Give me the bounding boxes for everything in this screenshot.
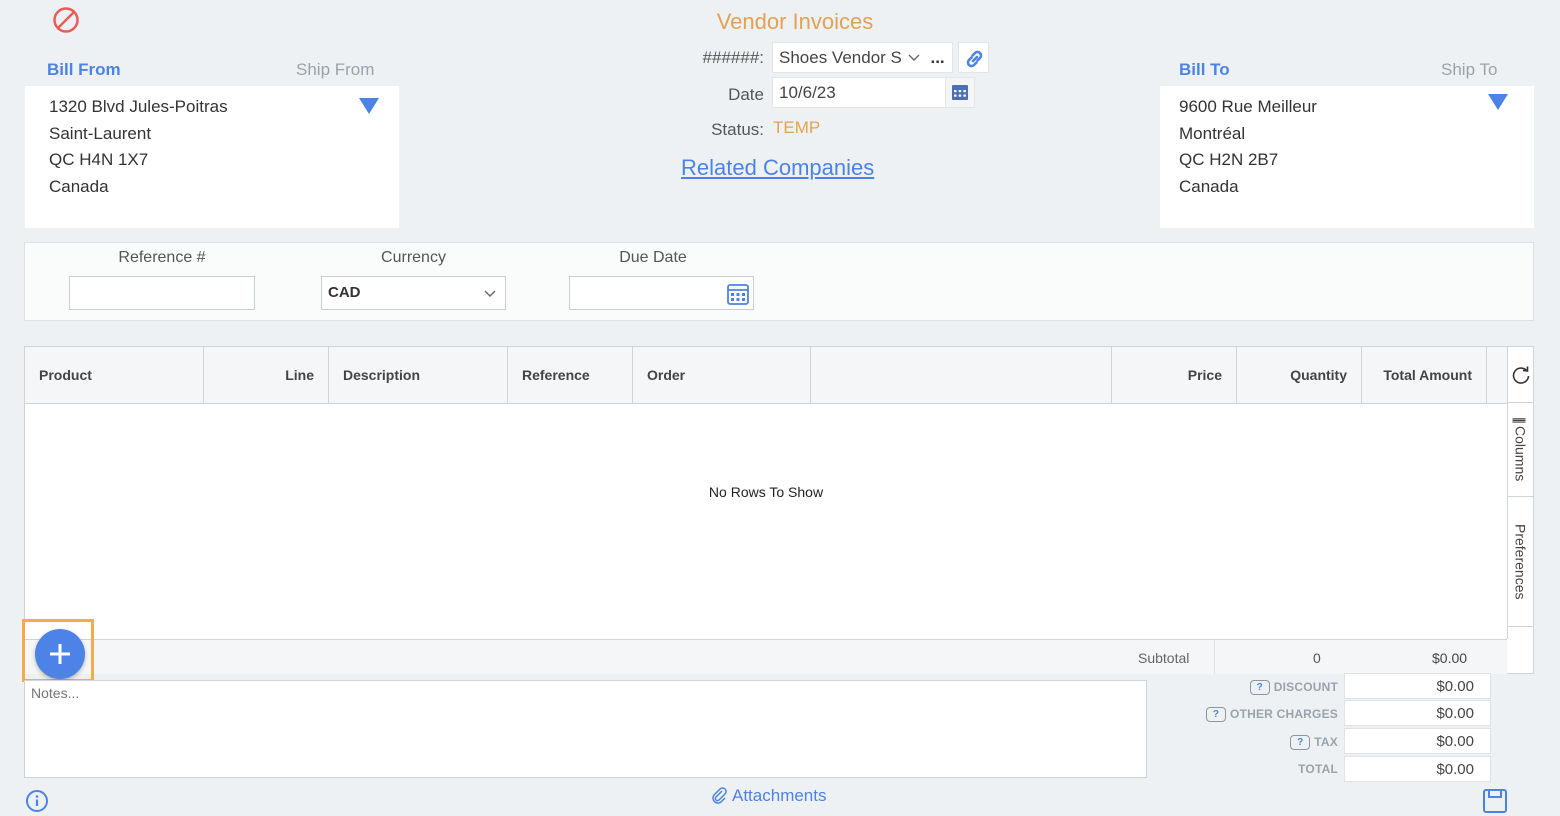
column-quantity[interactable]: Quantity: [1237, 347, 1362, 403]
divider: [1214, 640, 1215, 674]
refresh-icon: [1512, 366, 1529, 384]
tax-value[interactable]: $0.00: [1344, 728, 1491, 754]
column-description[interactable]: Description: [329, 347, 508, 403]
subtotal-amount: $0.00: [1432, 650, 1468, 666]
plus-icon: [50, 644, 70, 664]
empty-grid-message: No Rows To Show: [708, 484, 824, 500]
currency-value: CAD: [328, 284, 361, 301]
help-icon[interactable]: ?: [1206, 707, 1227, 723]
save-icon[interactable]: [1482, 788, 1508, 814]
address-line: Saint-Laurent: [49, 123, 152, 143]
other-charges-value[interactable]: $0.00: [1344, 700, 1491, 726]
preferences-tab-label: Preferences: [1512, 523, 1529, 600]
grid-header: Product Line Description Reference Order…: [25, 347, 1507, 404]
column-price[interactable]: Price: [1112, 347, 1237, 403]
grid-side-bar: ||| Columns Preferences: [1507, 347, 1533, 639]
number-label: ######:: [702, 48, 764, 67]
link-button[interactable]: [958, 42, 989, 73]
address-line: Montréal: [1179, 123, 1246, 143]
other-charges-label: ? OTHER CHARGES: [1180, 707, 1338, 723]
tax-label: ? TAX: [1180, 735, 1338, 751]
columns-panel-tab[interactable]: ||| Columns: [1508, 403, 1533, 497]
column-reference[interactable]: Reference: [508, 347, 633, 403]
subtotal-quantity: 0: [1313, 650, 1321, 666]
address-line: QC H4N 1X7: [49, 150, 149, 169]
bill-to-dropdown-icon[interactable]: [1488, 94, 1508, 110]
related-companies-link[interactable]: Related Companies: [681, 155, 874, 181]
tab-ship-to[interactable]: Ship To: [1441, 60, 1497, 80]
add-line-button[interactable]: [35, 629, 85, 679]
date-input[interactable]: 10/6/23: [772, 77, 947, 108]
address-line: Canada: [49, 176, 109, 196]
more-options-button[interactable]: ...: [930, 48, 944, 67]
total-value: $0.00: [1344, 756, 1491, 782]
discount-value[interactable]: $0.00: [1344, 673, 1491, 699]
subtotal-label: Subtotal: [1138, 650, 1190, 666]
address-line: QC H2N 2B7: [1179, 150, 1279, 169]
address-line: Canada: [1179, 176, 1239, 196]
paperclip-icon: [712, 787, 727, 804]
reference-input[interactable]: [69, 276, 255, 310]
column-total-amount[interactable]: Total Amount: [1362, 347, 1487, 403]
date-label: Date: [728, 85, 764, 104]
preferences-panel-tab[interactable]: Preferences: [1508, 497, 1533, 627]
help-icon[interactable]: ?: [1249, 680, 1270, 696]
tab-bill-from[interactable]: Bill From: [47, 60, 121, 80]
notes-textarea[interactable]: [24, 680, 1147, 778]
tab-ship-from[interactable]: Ship From: [296, 60, 374, 80]
page-title: Vendor Invoices: [716, 9, 874, 34]
chevron-down-icon: [484, 290, 496, 297]
cancel-icon[interactable]: [52, 6, 80, 34]
total-label: TOTAL: [1298, 762, 1338, 776]
columns-icon: |||: [1512, 417, 1529, 423]
address-line: 1320 Blvd Jules-Poitras: [49, 97, 228, 116]
column-line[interactable]: Line: [204, 347, 329, 403]
calendar-icon[interactable]: [726, 282, 750, 306]
status-value: TEMP: [773, 118, 821, 137]
subtotal-row: Subtotal 0 $0.00: [25, 639, 1507, 674]
address-line: 9600 Rue Meilleur: [1179, 97, 1317, 116]
link-icon: [966, 50, 983, 68]
column-blank[interactable]: [811, 347, 1112, 403]
refresh-button[interactable]: [1508, 347, 1533, 403]
currency-label: Currency: [381, 249, 446, 266]
bill-from-dropdown-icon[interactable]: [359, 98, 379, 114]
info-icon[interactable]: [25, 789, 49, 813]
calendar-icon: [952, 85, 968, 100]
bill-to-address: 9600 Rue Meilleur Montréal QC H2N 2B7 Ca…: [1160, 86, 1534, 228]
attachments-link[interactable]: Attachments: [710, 786, 827, 806]
vendor-select[interactable]: Shoes Vendor S ...: [772, 42, 953, 73]
date-picker-button[interactable]: [945, 77, 975, 108]
discount-label: ? DISCOUNT: [1180, 680, 1338, 696]
column-product[interactable]: Product: [25, 347, 204, 403]
currency-select[interactable]: CAD: [321, 276, 506, 310]
vendor-value: Shoes Vendor S: [779, 48, 902, 67]
status-label: Status:: [711, 120, 764, 139]
column-order[interactable]: Order: [633, 347, 811, 403]
help-icon[interactable]: ?: [1290, 735, 1311, 751]
chevron-down-icon: [908, 54, 920, 61]
tab-bill-to[interactable]: Bill To: [1179, 60, 1230, 80]
bill-from-address: 1320 Blvd Jules-Poitras Saint-Laurent QC…: [25, 86, 399, 228]
columns-tab-label: Columns: [1512, 426, 1529, 482]
due-date-label: Due Date: [619, 249, 687, 266]
reference-label: Reference #: [118, 249, 206, 266]
